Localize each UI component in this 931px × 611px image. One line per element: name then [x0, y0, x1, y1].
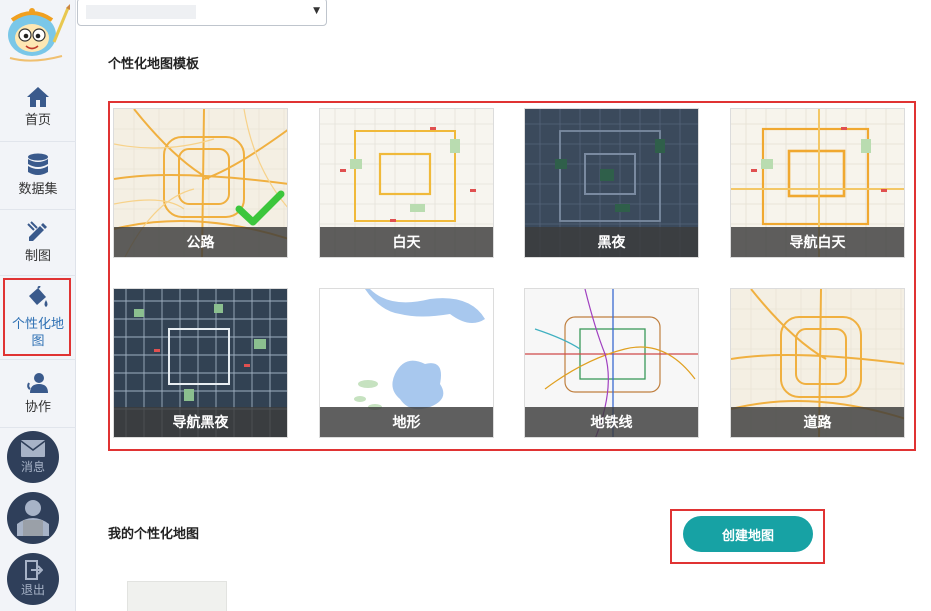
messages-button[interactable]: 消息 — [7, 431, 59, 483]
user-collab-icon — [27, 373, 48, 393]
template-tile-night[interactable]: 黑夜 — [524, 108, 699, 258]
home-icon — [27, 87, 49, 107]
template-label: 道路 — [731, 407, 904, 437]
template-label: 导航黑夜 — [114, 407, 287, 437]
sidebar-item-mapping[interactable]: 制图 — [0, 210, 76, 276]
template-label: 黑夜 — [525, 227, 698, 257]
project-select[interactable]: ▼ — [77, 0, 327, 26]
app-logo[interactable] — [2, 2, 72, 64]
sidebar-item-label: 数据集 — [18, 182, 58, 197]
sidebar-item-label: 制图 — [24, 249, 51, 264]
template-tile-nav-day[interactable]: 导航白天 — [730, 108, 905, 258]
template-tile-day[interactable]: 白天 — [319, 108, 494, 258]
database-icon — [28, 153, 48, 175]
active-item-highlight — [3, 278, 71, 356]
template-tile-nav-night[interactable]: 导航黑夜 — [113, 288, 288, 438]
template-label: 地形 — [320, 407, 493, 437]
project-select-value — [86, 5, 196, 19]
templates-section-title: 个性化地图模板 — [108, 57, 200, 72]
template-tile-road[interactable]: 道路 — [730, 288, 905, 438]
chevron-down-icon: ▼ — [313, 6, 320, 16]
sidebar-item-label: 首页 — [24, 113, 51, 128]
template-label: 白天 — [320, 227, 493, 257]
user-avatar-button[interactable] — [7, 492, 59, 544]
sidebar-item-collaborate[interactable]: 协作 — [0, 360, 76, 428]
my-map-card[interactable] — [127, 581, 227, 611]
create-map-button[interactable]: 创建地图 — [683, 516, 813, 552]
sidebar: 首页 数据集 制图 个性化地图 协作 消息 退出 — [0, 0, 76, 611]
my-maps-section-title: 我的个性化地图 — [108, 527, 200, 542]
selected-check-icon — [235, 190, 285, 226]
logout-icon — [25, 560, 43, 580]
template-tile-terrain[interactable]: 地形 — [319, 288, 494, 438]
logout-label: 退出 — [20, 583, 45, 597]
template-tile-highway[interactable]: 公路 — [113, 108, 288, 258]
logout-button[interactable]: 退出 — [7, 553, 59, 605]
template-tile-subway[interactable]: 地铁线 — [524, 288, 699, 438]
template-label: 导航白天 — [731, 227, 904, 257]
template-label: 地铁线 — [525, 407, 698, 437]
sidebar-item-datasets[interactable]: 数据集 — [0, 142, 76, 210]
envelope-icon — [21, 439, 45, 457]
pen-ruler-icon — [27, 221, 47, 241]
avatar-icon — [17, 500, 49, 536]
template-label: 公路 — [114, 227, 287, 257]
sidebar-item-label: 协作 — [24, 400, 51, 415]
sidebar-item-home[interactable]: 首页 — [0, 74, 76, 142]
messages-label: 消息 — [20, 459, 45, 474]
